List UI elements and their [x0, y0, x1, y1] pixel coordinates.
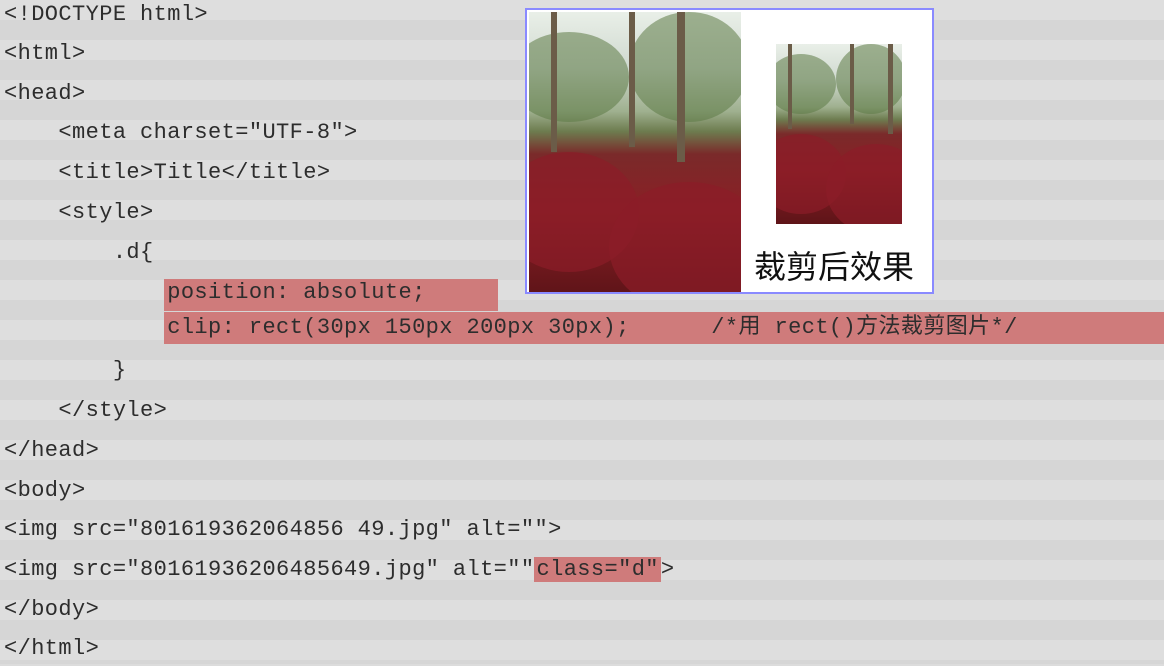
- code-line: <style>: [4, 200, 154, 225]
- code-line: clip: rect(30px 150px 200px 30px); /*用 r…: [4, 315, 1018, 340]
- code-line: }: [4, 358, 127, 383]
- code-line: <!DOCTYPE html>: [4, 2, 209, 27]
- original-photo: [529, 12, 741, 292]
- code-text: >: [660, 557, 675, 582]
- code-line: <body>: [4, 478, 86, 503]
- code-line: </body>: [4, 597, 100, 622]
- code-line: <img src="801619362064856 49.jpg" alt=""…: [4, 517, 562, 542]
- code-text: <img src="80161936206485649.jpg" alt="": [4, 557, 535, 582]
- highlight-class: class="d": [534, 557, 661, 582]
- code-line: <img src="80161936206485649.jpg" alt=""c…: [4, 553, 675, 587]
- code-line: </style>: [4, 398, 168, 423]
- code-line: </head>: [4, 438, 100, 463]
- caption: 裁剪后效果: [754, 248, 915, 286]
- code-line: <meta charset="UTF-8">: [4, 120, 358, 145]
- preview-panel: 裁剪后效果: [525, 8, 934, 294]
- cropped-photo: [776, 44, 902, 224]
- code-line: <html>: [4, 41, 86, 66]
- code-line: position: absolute;: [4, 280, 426, 305]
- code-line: <title>Title</title>: [4, 160, 331, 185]
- code-line: </html>: [4, 636, 100, 661]
- code-line: .d{: [4, 240, 154, 265]
- code-line: <head>: [4, 81, 86, 106]
